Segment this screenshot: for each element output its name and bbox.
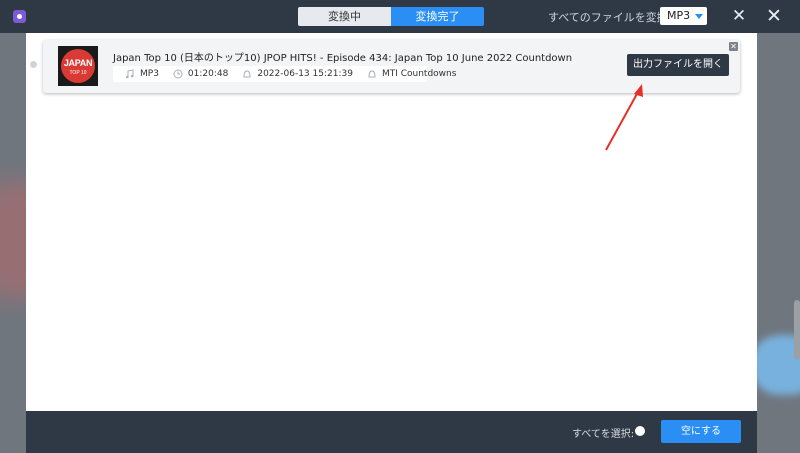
- meta-format-value: MP3: [140, 69, 159, 79]
- clock-icon: [173, 69, 183, 79]
- format-select-value: MP3: [667, 9, 691, 22]
- format-select[interactable]: MP3: [660, 7, 707, 25]
- convert-all-label: すべてのファイルを変換:: [548, 11, 672, 24]
- thumbnail-text: JAPAN: [63, 58, 93, 68]
- meta-duration-value: 01:20:48: [187, 69, 229, 79]
- background-scrollbar[interactable]: [794, 300, 800, 360]
- meta-author: MTI Countdowns: [367, 69, 456, 79]
- converted-item-card: JAPAN TOP 10 Japan Top 10 (日本のトップ10) JPO…: [43, 40, 740, 93]
- app-icon: [13, 10, 26, 23]
- empty-button[interactable]: 空にする: [661, 420, 741, 443]
- dialog-footer: すべてを選択: 空にする: [26, 411, 757, 453]
- meta-author-value: MTI Countdowns: [381, 69, 457, 79]
- dialog-header: 変換中 変換完了 すべてのファイルを変換: MP3 ✕: [26, 0, 757, 33]
- meta-date: 2022-06-13 15:21:39: [242, 69, 353, 79]
- item-thumbnail: JAPAN TOP 10: [58, 46, 98, 86]
- dialog-close-icon[interactable]: ✕: [729, 6, 749, 26]
- select-all-radio[interactable]: [635, 426, 645, 436]
- tab-converting[interactable]: 変換中: [298, 7, 391, 26]
- select-all-label: すべてを選択:: [572, 429, 635, 440]
- open-output-button[interactable]: 出力ファイルを開く: [627, 54, 729, 76]
- user-icon: [368, 70, 376, 78]
- item-select-radio[interactable]: [30, 61, 37, 68]
- window-close-icon[interactable]: ✕: [763, 5, 785, 27]
- music-icon: [126, 69, 134, 79]
- item-meta: MP3 01:20:48 2022-06-13 15:21:39 MTI Cou…: [113, 66, 456, 82]
- conversion-dialog: 変換中 変換完了 すべてのファイルを変換: MP3 ✕ JAPAN TOP 10…: [26, 0, 757, 453]
- meta-duration: 01:20:48: [173, 69, 228, 79]
- tab-converted[interactable]: 変換完了: [391, 7, 484, 26]
- remove-icon[interactable]: ✕: [729, 42, 738, 51]
- tab-bar: 変換中 変換完了: [298, 7, 484, 26]
- item-title: Japan Top 10 (日本のトップ10) JPOP HITS! - Epi…: [113, 53, 573, 64]
- chevron-down-icon: [695, 14, 703, 19]
- calendar-icon: [243, 70, 251, 78]
- thumbnail-subtext: TOP 10: [69, 70, 87, 76]
- meta-date-value: 2022-06-13 15:21:39: [257, 69, 353, 79]
- meta-format: MP3: [125, 69, 159, 79]
